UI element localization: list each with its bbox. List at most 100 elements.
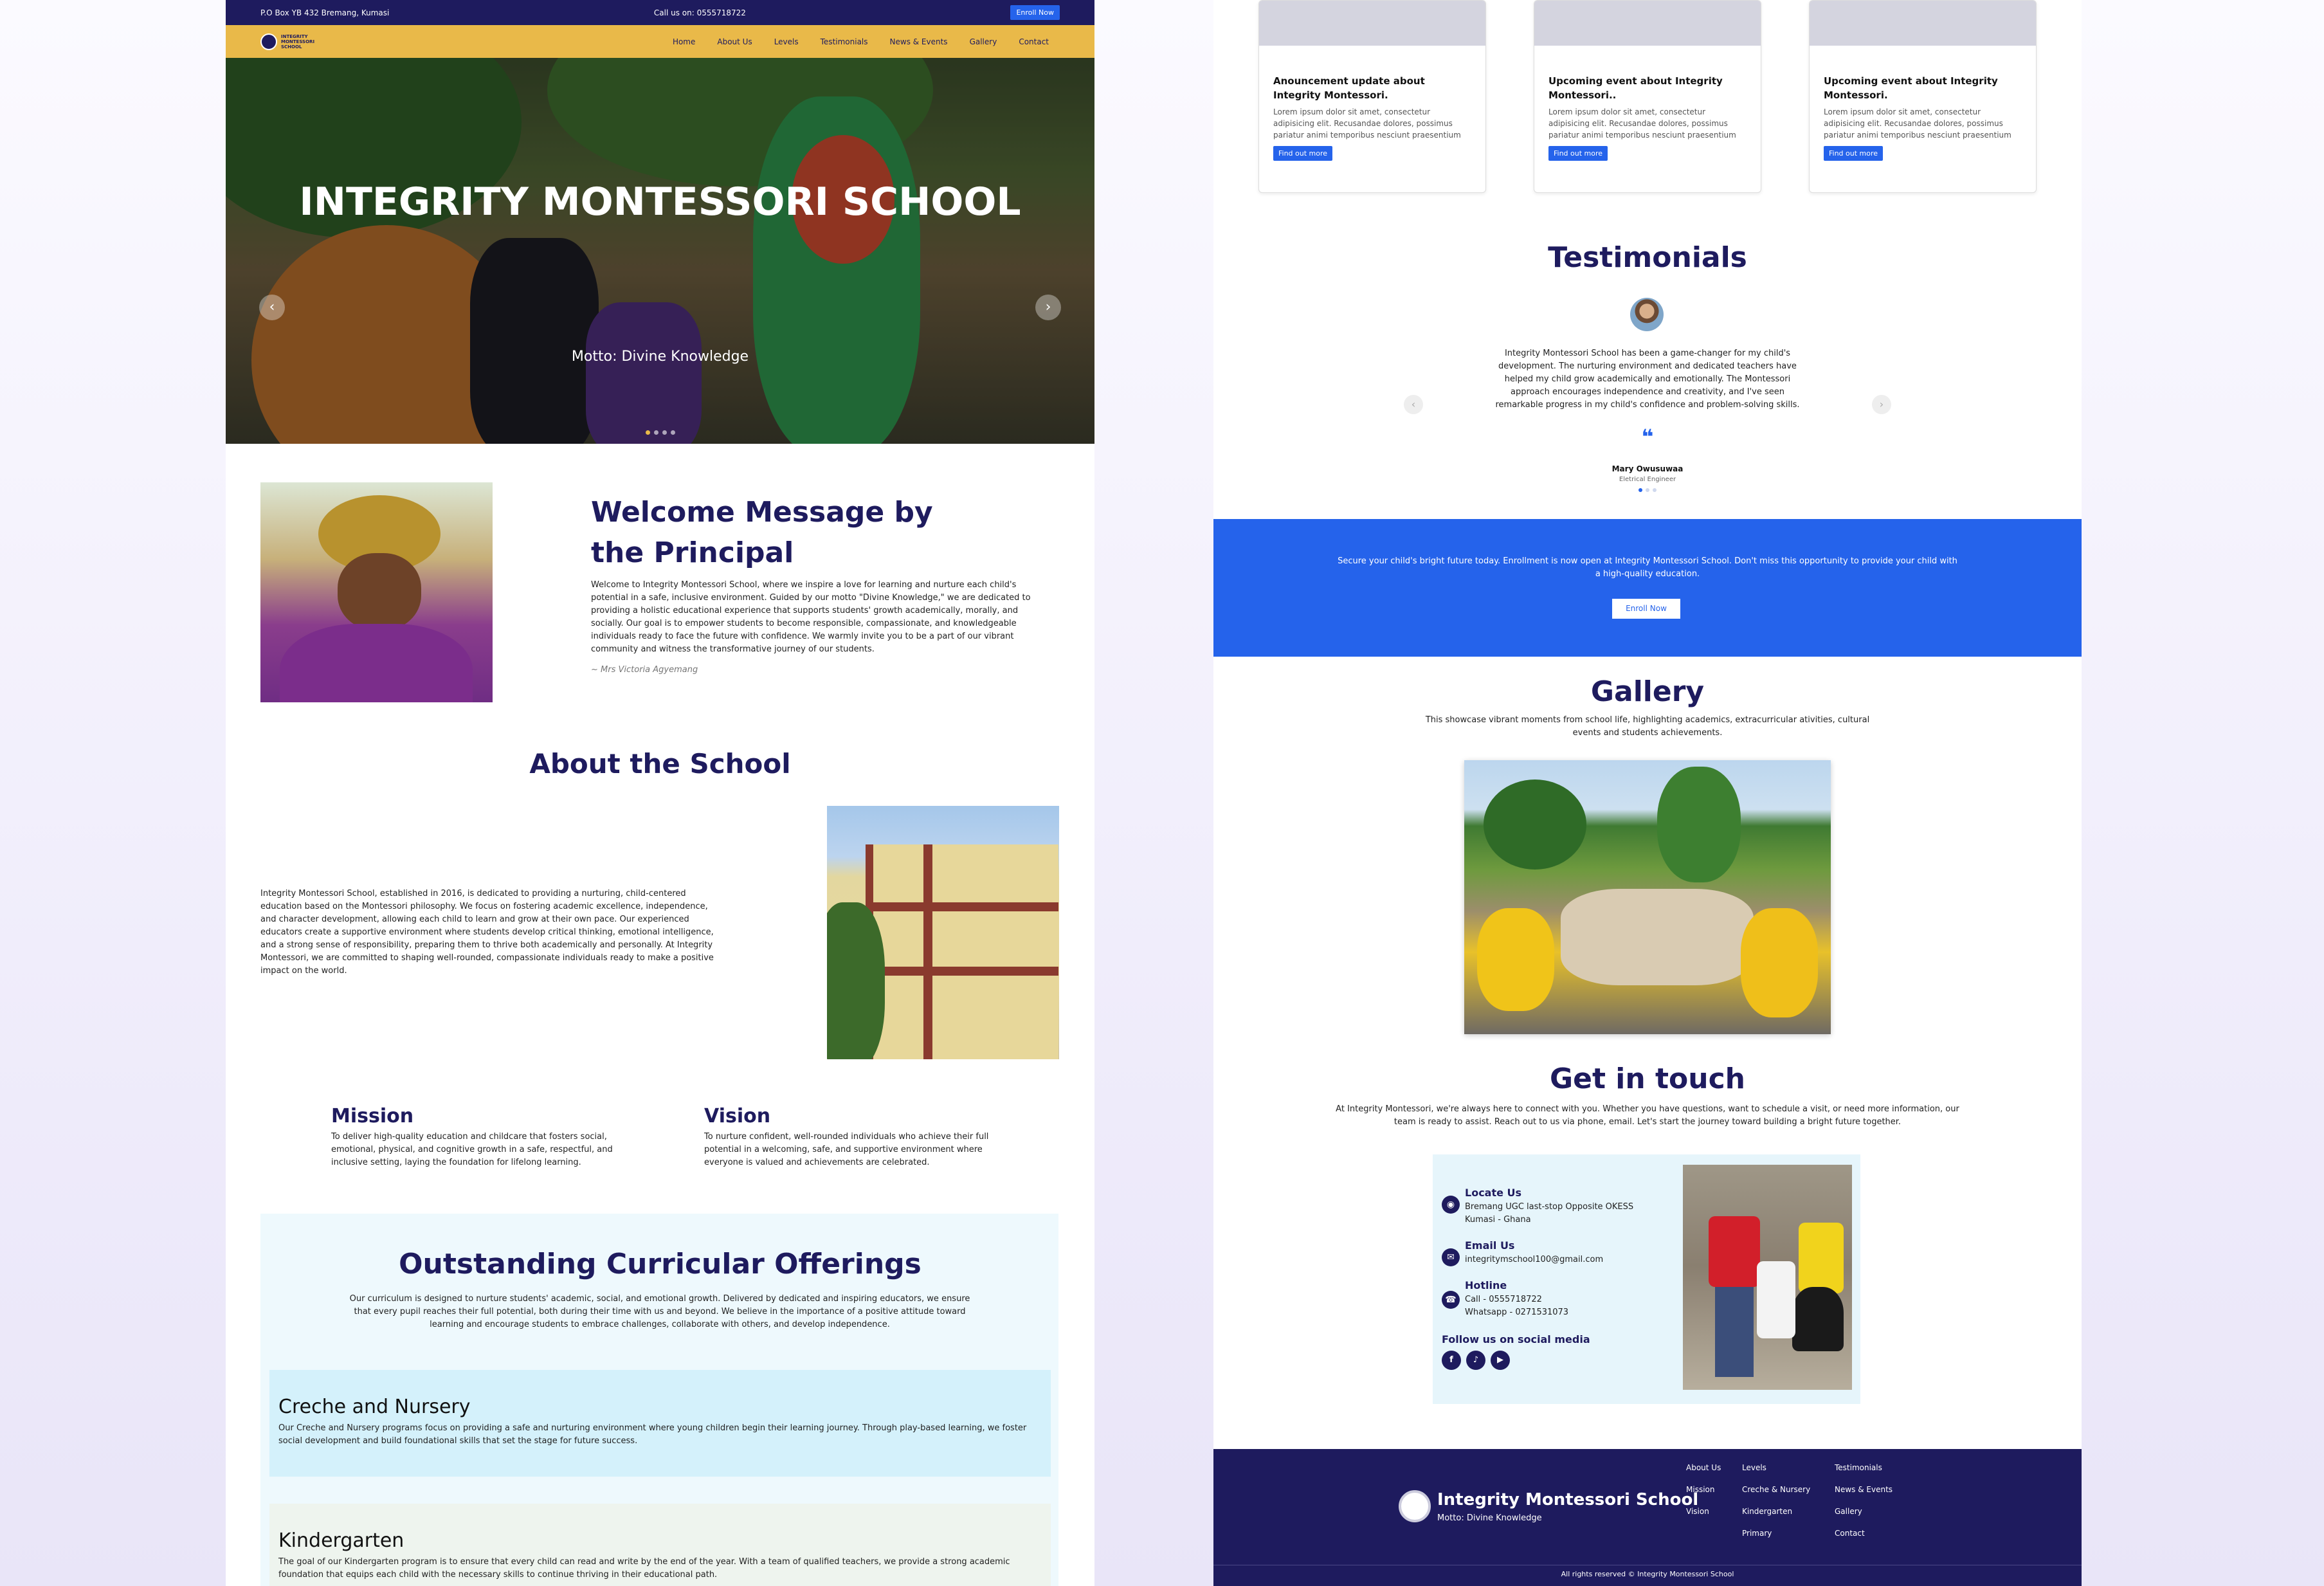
testimonial-dot[interactable]	[1646, 488, 1649, 492]
news-image	[1534, 1, 1761, 46]
nav-news-events[interactable]: News & Events	[879, 37, 959, 46]
school-building-photo	[827, 806, 1059, 1059]
news-title: Anouncement update about Integrity Monte…	[1273, 75, 1425, 101]
hero-carousel: INTEGRITY MONTESSORI SCHOOL Motto: Divin…	[226, 58, 1094, 444]
nav-home[interactable]: Home	[662, 37, 706, 46]
news-text: Lorem ipsum dolor sit amet, consectetur …	[1548, 107, 1736, 140]
school-logo[interactable]: INTEGRITY MONTESSORI SCHOOL	[260, 33, 320, 50]
top-info-bar: P.O Box YB 432 Bremang, Kumasi Call us o…	[226, 0, 1094, 25]
testimonial-dot[interactable]	[1639, 488, 1642, 492]
footer-copyright: All rights reserved © Integrity Montesso…	[1561, 1570, 1734, 1578]
about-body: Integrity Montessori School, established…	[260, 889, 714, 976]
news-title: Upcoming event about Integrity Montessor…	[1548, 75, 1723, 101]
site-footer: Integrity Montessori School Motto: Divin…	[1213, 1449, 2082, 1586]
hero-title: INTEGRITY MONTESSORI SCHOOL	[299, 179, 1021, 224]
testimonial-name: Mary Owusuwaa	[1611, 464, 1684, 473]
tiktok-icon[interactable]: ♪	[1466, 1351, 1485, 1370]
facebook-icon[interactable]: f	[1442, 1351, 1461, 1370]
hero-motto: Motto: Divine Knowledge	[571, 349, 749, 365]
find-out-more-button[interactable]: Find out more	[1824, 146, 1884, 161]
hero-next-arrow-icon[interactable]: ›	[1035, 295, 1061, 320]
locate-heading: Locate Us	[1465, 1187, 1522, 1199]
testimonial-prev-arrow-icon[interactable]: ‹	[1404, 395, 1423, 414]
news-card: Upcoming event about Integrity Montessor…	[1809, 0, 2037, 193]
testimonial-indicators	[1213, 488, 2082, 492]
call-text: Call us on: 0555718722	[653, 8, 746, 17]
carousel-dot[interactable]	[662, 430, 667, 435]
kindergarten-card: Kindergarten The goal of our Kindergarte…	[269, 1504, 1051, 1586]
news-card: Anouncement update about Integrity Monte…	[1258, 0, 1486, 193]
enroll-now-button[interactable]: Enroll Now	[1010, 5, 1060, 20]
footer-link[interactable]: Creche & Nursery	[1742, 1485, 1810, 1494]
location-pin-icon: ◉	[1442, 1196, 1460, 1214]
creche-nursery-card: Creche and Nursery Our Creche and Nurser…	[269, 1370, 1051, 1477]
footer-link[interactable]: News & Events	[1835, 1485, 1893, 1494]
nav-levels[interactable]: Levels	[763, 37, 810, 46]
card-body: The goal of our Kindergarten program is …	[278, 1557, 1010, 1580]
find-out-more-button[interactable]: Find out more	[1273, 146, 1333, 161]
testimonial-text: Integrity Montessori School has been a g…	[1495, 349, 1800, 410]
nav-gallery[interactable]: Gallery	[959, 37, 1008, 46]
contact-photo	[1683, 1165, 1852, 1390]
footer-link[interactable]: Gallery	[1835, 1507, 1893, 1516]
footer-school-name: Integrity Montessori School	[1437, 1490, 1699, 1509]
email-heading: Email Us	[1465, 1239, 1515, 1252]
news-text: Lorem ipsum dolor sit amet, consectetur …	[1824, 107, 2011, 140]
welcome-title: Welcome Message by the Principal	[591, 496, 933, 569]
mission-title: Mission	[331, 1105, 414, 1127]
offerings-title: Outstanding Curricular Offerings	[399, 1248, 921, 1281]
whatsapp-number[interactable]: Whatsapp - 0271531073	[1465, 1306, 1568, 1319]
card-title: Creche and Nursery	[278, 1396, 471, 1418]
footer-links-col-2: Levels Creche & Nursery Kindergarten Pri…	[1742, 1463, 1810, 1551]
nav-testimonials[interactable]: Testimonials	[810, 37, 879, 46]
right-page-panel: Anouncement update about Integrity Monte…	[1213, 0, 2082, 1586]
testimonial-next-arrow-icon[interactable]: ›	[1872, 395, 1891, 414]
envelope-icon: ✉	[1442, 1248, 1460, 1266]
offerings-body: Our curriculum is designed to nurture st…	[349, 1294, 970, 1329]
quote-icon: ❝	[1641, 424, 1654, 449]
call-number[interactable]: Call - 0555718722	[1465, 1293, 1542, 1306]
footer-link[interactable]: Primary	[1742, 1529, 1810, 1538]
carousel-indicators	[226, 430, 1094, 435]
principal-signature: ~ Mrs Victoria Agyemang	[591, 665, 698, 675]
footer-crest-icon	[1399, 1490, 1431, 1522]
footer-link[interactable]: Mission	[1686, 1485, 1721, 1494]
footer-links-col-3: Testimonials News & Events Gallery Conta…	[1835, 1463, 1893, 1551]
gallery-photo[interactable]	[1464, 760, 1831, 1034]
enrollment-cta-banner: Secure your child's bright future today.…	[1213, 519, 2082, 657]
news-image	[1810, 1, 2036, 46]
address-line: Kumasi - Ghana	[1465, 1215, 1531, 1225]
footer-link[interactable]: Levels	[1742, 1463, 1810, 1472]
crest-icon	[260, 33, 277, 50]
news-image	[1259, 1, 1485, 46]
youtube-icon[interactable]: ▶	[1491, 1351, 1510, 1370]
footer-link[interactable]: Vision	[1686, 1507, 1721, 1516]
news-card: Upcoming event about Integrity Montessor…	[1534, 0, 1761, 193]
nav-contact[interactable]: Contact	[1008, 37, 1060, 46]
hotline-heading: Hotline	[1465, 1279, 1507, 1291]
main-navbar: INTEGRITY MONTESSORI SCHOOL Home About U…	[226, 25, 1094, 58]
about-title: About the School	[529, 748, 791, 779]
logo-text: INTEGRITY MONTESSORI SCHOOL	[281, 33, 315, 50]
carousel-dot[interactable]	[653, 430, 658, 435]
news-title: Upcoming event about Integrity Montessor…	[1824, 75, 1998, 101]
email-link[interactable]: integritymschool100@gmail.com	[1465, 1253, 1603, 1266]
cta-enroll-button[interactable]: Enroll Now	[1612, 599, 1680, 619]
testimonial-dot[interactable]	[1653, 488, 1657, 492]
hero-prev-arrow-icon[interactable]: ‹	[259, 295, 285, 320]
news-text: Lorem ipsum dolor sit amet, consectetur …	[1273, 107, 1461, 140]
contact-title: Get in touch	[1549, 1062, 1746, 1095]
vision-title: Vision	[704, 1105, 771, 1127]
carousel-dot[interactable]	[670, 430, 675, 435]
find-out-more-button[interactable]: Find out more	[1548, 146, 1608, 161]
address-line: Bremang UGC last-stop Opposite OKESS	[1465, 1202, 1634, 1212]
footer-link[interactable]: Kindergarten	[1742, 1507, 1810, 1516]
card-body: Our Creche and Nursery programs focus on…	[278, 1423, 1027, 1446]
nav-about[interactable]: About Us	[706, 37, 763, 46]
footer-link[interactable]: Contact	[1835, 1529, 1893, 1538]
social-heading: Follow us on social media	[1442, 1333, 1590, 1345]
carousel-dot[interactable]	[645, 430, 650, 435]
footer-link[interactable]: About Us	[1686, 1463, 1721, 1472]
footer-link[interactable]: Testimonials	[1835, 1463, 1893, 1472]
footer-links-col-1: About Us Mission Vision	[1686, 1463, 1721, 1529]
